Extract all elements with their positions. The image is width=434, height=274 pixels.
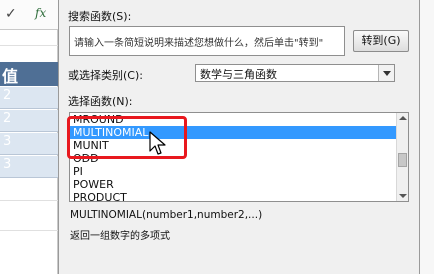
- confirm-icon[interactable]: ✓: [5, 6, 17, 22]
- scroll-thumb[interactable]: [398, 153, 407, 167]
- sheet-row: [0, 230, 58, 231]
- search-field-container: [69, 26, 345, 56]
- mouse-pointer-icon: [149, 131, 166, 155]
- sheet-row: [0, 45, 58, 46]
- search-label: 搜索函数(S):: [68, 10, 132, 23]
- data-cell[interactable]: 3: [0, 156, 58, 178]
- scroll-down-icon[interactable]: [399, 194, 407, 198]
- scroll-up-icon[interactable]: [399, 116, 407, 120]
- function-list-item[interactable]: POWER: [70, 178, 398, 191]
- spreadsheet-background: ✓ fx 值 2 2 3 3: [0, 0, 58, 274]
- goto-button[interactable]: 转到(G): [353, 30, 409, 52]
- category-select[interactable]: 数学与三角函数: [195, 64, 395, 82]
- sheet-row: [0, 200, 58, 201]
- function-syntax: MULTINOMIAL(number1,number2,...): [70, 209, 263, 221]
- chevron-down-icon[interactable]: [378, 65, 394, 81]
- search-input[interactable]: [70, 27, 344, 55]
- data-cell-text: 3: [3, 157, 12, 172]
- data-cell[interactable]: 3: [0, 133, 58, 155]
- header-cell[interactable]: 值: [0, 62, 58, 86]
- data-cell-text: 3: [3, 134, 12, 149]
- formula-bar: ✓ fx: [0, 0, 58, 30]
- category-label: 或选择类别(C):: [68, 69, 143, 82]
- function-list-item[interactable]: PI: [70, 165, 398, 178]
- function-list-label: 选择函数(N):: [68, 95, 133, 108]
- annotation-highlight-box: [67, 116, 187, 159]
- data-cell[interactable]: 2: [0, 110, 58, 132]
- list-scrollbar[interactable]: [396, 113, 408, 201]
- insert-function-icon[interactable]: fx: [35, 6, 46, 20]
- function-list-item[interactable]: PRODUCT: [70, 191, 398, 201]
- function-description: 返回一组数字的多项式: [70, 231, 170, 242]
- header-cell-text: 值: [2, 67, 19, 86]
- data-cell-text: 2: [3, 111, 12, 126]
- category-value: 数学与三角函数: [200, 68, 277, 81]
- data-cell-text: 2: [3, 88, 12, 103]
- background-edge: [420, 0, 434, 274]
- data-cell[interactable]: 2: [0, 87, 58, 109]
